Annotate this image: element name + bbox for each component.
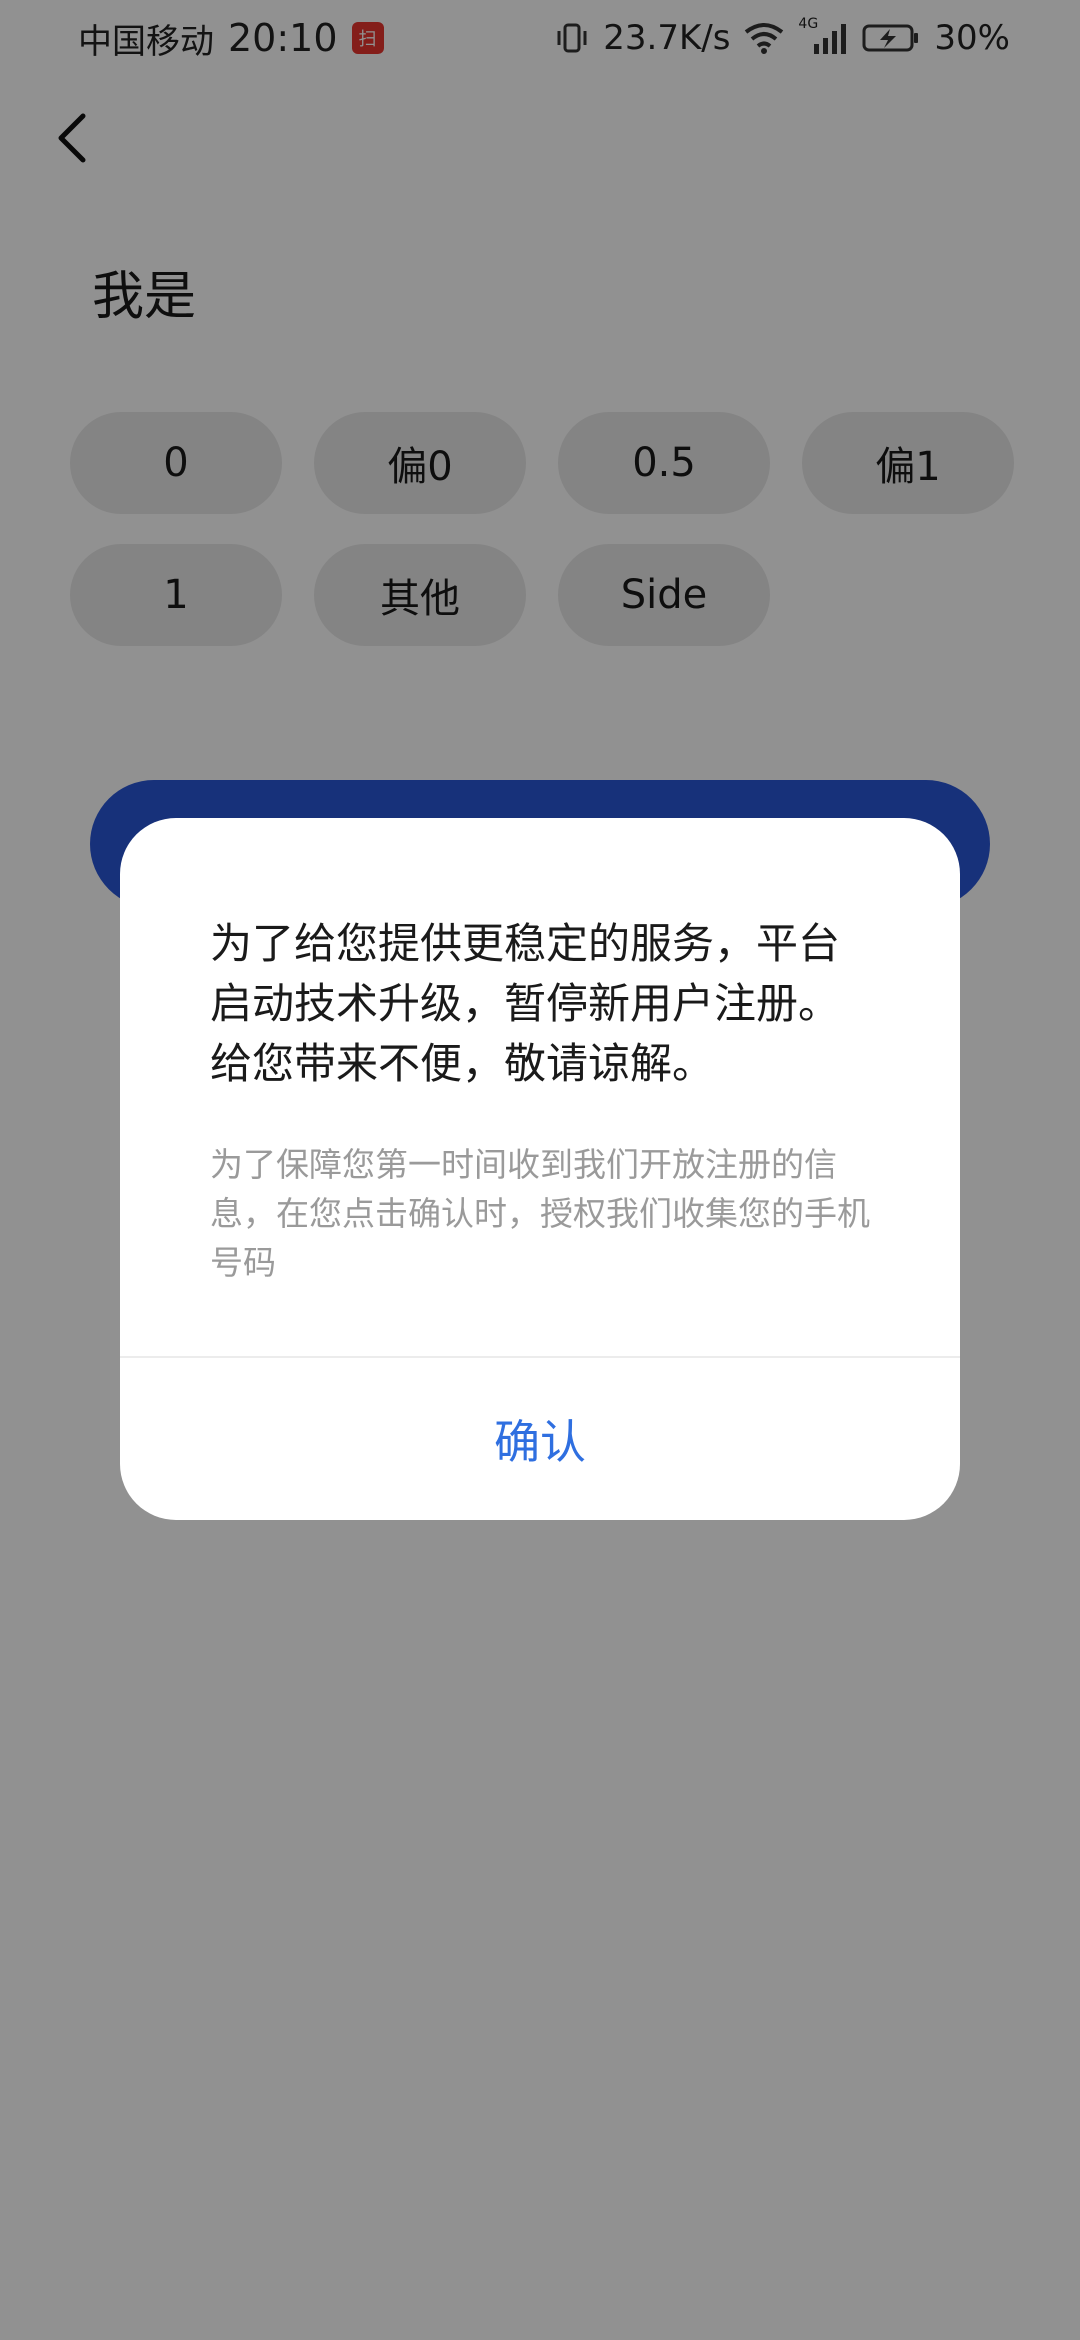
dialog-message: 为了给您提供更稳定的服务，平台启动技术升级，暂停新用户注册。给您带来不便，敬请谅… (210, 919, 841, 1088)
registration-paused-dialog: 为了给您提供更稳定的服务，平台启动技术升级，暂停新用户注册。给您带来不便，敬请谅… (120, 818, 960, 1520)
dialog-note: 为了保障您第一时间收到我们开放注册的信息，在您点击确认时，授权我们收集您的手机号… (210, 1145, 870, 1282)
confirm-button[interactable]: 确认 (120, 1358, 960, 1520)
